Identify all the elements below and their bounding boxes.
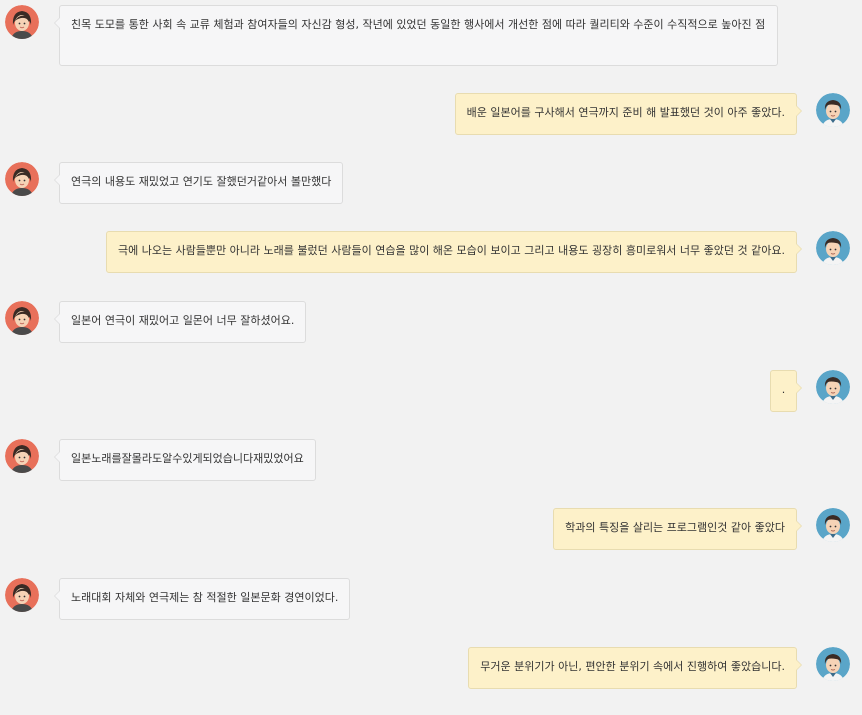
male-avatar-icon — [816, 508, 850, 542]
message-bubble: . — [770, 370, 802, 412]
message-bubble: 친목 도모를 통한 사회 속 교류 체험과 참여자들의 자신감 형성, 작년에 … — [54, 5, 778, 66]
message-bubble: 일본어 연극이 재밌어고 일몬어 너무 잘하셨어요. — [53, 301, 307, 343]
message-bubble: 배운 일본어를 구사해서 연극까지 준비 해 발표했던 것이 아주 좋았다. — [454, 93, 803, 135]
message-text: 극에 나오는 사람들뿐만 아니라 노래를 불렀던 사람들이 연습을 많이 해온 … — [117, 244, 785, 257]
female-avatar-icon — [5, 439, 39, 473]
message-bubble: 일본노래를잘몰라도알수있게되었습니다재밌었어요 — [54, 439, 316, 481]
chat-message: . — [0, 370, 862, 412]
male-avatar-icon — [816, 370, 850, 404]
message-text: 배운 일본어를 구사해서 연극까지 준비 해 발표했던 것이 아주 좋았다. — [466, 106, 785, 119]
female-avatar-icon — [5, 578, 39, 612]
message-text: 일본노래를잘몰라도알수있게되었습니다재밌었어요 — [71, 452, 304, 465]
chat-message: 극에 나오는 사람들뿐만 아니라 노래를 불렀던 사람들이 연습을 많이 해온 … — [0, 231, 862, 273]
chat-message: 일본노래를잘몰라도알수있게되었습니다재밌었어요 — [0, 439, 862, 481]
chat-message: 일본어 연극이 재밌어고 일몬어 너무 잘하셨어요. — [0, 301, 862, 343]
chat-message: 학과의 특징을 살리는 프로그램인것 같아 좋았다 — [0, 508, 862, 550]
message-bubble: 연극의 내용도 재밌었고 연기도 잘했던거같아서 볼만했다 — [53, 162, 344, 204]
message-bubble: 무거운 분위기가 아닌, 편안한 분위기 속에서 진행하여 좋았습니다. — [468, 647, 802, 689]
chat-message: 무거운 분위기가 아닌, 편안한 분위기 속에서 진행하여 좋았습니다. — [0, 647, 862, 689]
female-avatar-icon — [5, 301, 39, 335]
message-bubble: 학과의 특징을 살리는 프로그램인것 같아 좋았다 — [553, 508, 802, 550]
female-avatar-icon — [5, 162, 39, 196]
female-avatar-icon — [5, 5, 39, 39]
message-bubble: 노래대회 자체와 연극제는 참 적절한 일본문화 경연이었다. — [53, 578, 351, 620]
message-text: 일본어 연극이 재밌어고 일몬어 너무 잘하셨어요. — [71, 314, 295, 327]
chat-message: 연극의 내용도 재밌었고 연기도 잘했던거같아서 볼만했다 — [0, 162, 862, 204]
message-text: 무거운 분위기가 아닌, 편안한 분위기 속에서 진행하여 좋았습니다. — [480, 660, 785, 673]
message-text: 친목 도모를 통한 사회 속 교류 체험과 참여자들의 자신감 형성, 작년에 … — [71, 18, 766, 31]
message-bubble: 극에 나오는 사람들뿐만 아니라 노래를 불렀던 사람들이 연습을 많이 해온 … — [105, 231, 803, 273]
male-avatar-icon — [816, 93, 850, 127]
chat-message: 노래대회 자체와 연극제는 참 적절한 일본문화 경연이었다. — [0, 578, 862, 620]
message-text: . — [781, 383, 786, 396]
male-avatar-icon — [816, 231, 850, 265]
message-text: 연극의 내용도 재밌었고 연기도 잘했던거같아서 볼만했다 — [71, 175, 332, 188]
chat-message: 배운 일본어를 구사해서 연극까지 준비 해 발표했던 것이 아주 좋았다. — [0, 93, 862, 135]
message-text: 노래대회 자체와 연극제는 참 적절한 일본문화 경연이었다. — [71, 591, 339, 604]
message-text: 학과의 특징을 살리는 프로그램인것 같아 좋았다 — [565, 521, 785, 534]
chat-message: 친목 도모를 통한 사회 속 교류 체험과 참여자들의 자신감 형성, 작년에 … — [0, 5, 862, 67]
male-avatar-icon — [816, 647, 850, 681]
